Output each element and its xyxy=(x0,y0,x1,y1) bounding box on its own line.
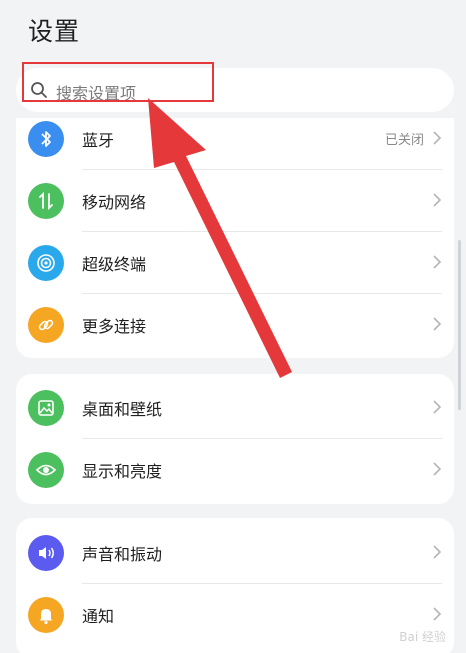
chevron-right-icon xyxy=(433,462,442,476)
settings-item-sound-vibration[interactable]: 声音和振动 xyxy=(16,522,454,584)
item-label: 更多连接 xyxy=(82,317,147,336)
eye-icon xyxy=(28,452,64,488)
chevron-right-icon xyxy=(433,255,442,269)
settings-item-notifications[interactable]: 通知 xyxy=(16,584,454,646)
item-label: 蓝牙 xyxy=(82,131,115,150)
chevron-right-icon xyxy=(433,317,442,331)
chevron-right-icon xyxy=(433,193,442,207)
item-label: 超级终端 xyxy=(82,255,147,274)
mobile-data-icon xyxy=(28,183,64,219)
highlight-box xyxy=(22,62,214,102)
wallpaper-icon xyxy=(28,390,64,426)
connectivity-group: 蓝牙 已关闭 移动网络 超级终端 更多连接 xyxy=(16,118,454,358)
chevron-right-icon xyxy=(433,545,442,559)
display-group: 桌面和壁纸 显示和亮度 xyxy=(16,374,454,504)
bell-icon xyxy=(28,597,64,633)
scrollbar[interactable] xyxy=(458,240,461,410)
settings-item-super-device[interactable]: 超级终端 xyxy=(16,232,454,294)
item-label: 显示和亮度 xyxy=(82,462,163,481)
bluetooth-icon xyxy=(28,121,64,157)
sound-icon xyxy=(28,535,64,571)
item-label: 桌面和壁纸 xyxy=(82,400,163,419)
super-device-icon xyxy=(28,245,64,281)
page-title: 设置 xyxy=(28,17,81,46)
item-label: 通知 xyxy=(82,607,115,626)
watermark: Bai 经验 xyxy=(399,630,446,644)
status-text: 已关闭 xyxy=(384,133,424,148)
chevron-right-icon xyxy=(433,400,442,414)
link-icon xyxy=(28,307,64,343)
item-label: 声音和振动 xyxy=(82,545,163,564)
settings-item-more-connections[interactable]: 更多连接 xyxy=(16,294,454,356)
settings-item-mobile-network[interactable]: 移动网络 xyxy=(16,170,454,232)
sound-notification-group: 声音和振动 通知 xyxy=(16,518,454,653)
item-label: 移动网络 xyxy=(82,193,147,212)
settings-item-display-brightness[interactable]: 显示和亮度 xyxy=(16,439,454,501)
chevron-right-icon xyxy=(433,607,442,621)
settings-item-home-wallpaper[interactable]: 桌面和壁纸 xyxy=(16,377,454,439)
chevron-right-icon xyxy=(433,131,442,145)
settings-item-bluetooth[interactable]: 蓝牙 已关闭 xyxy=(16,118,454,170)
